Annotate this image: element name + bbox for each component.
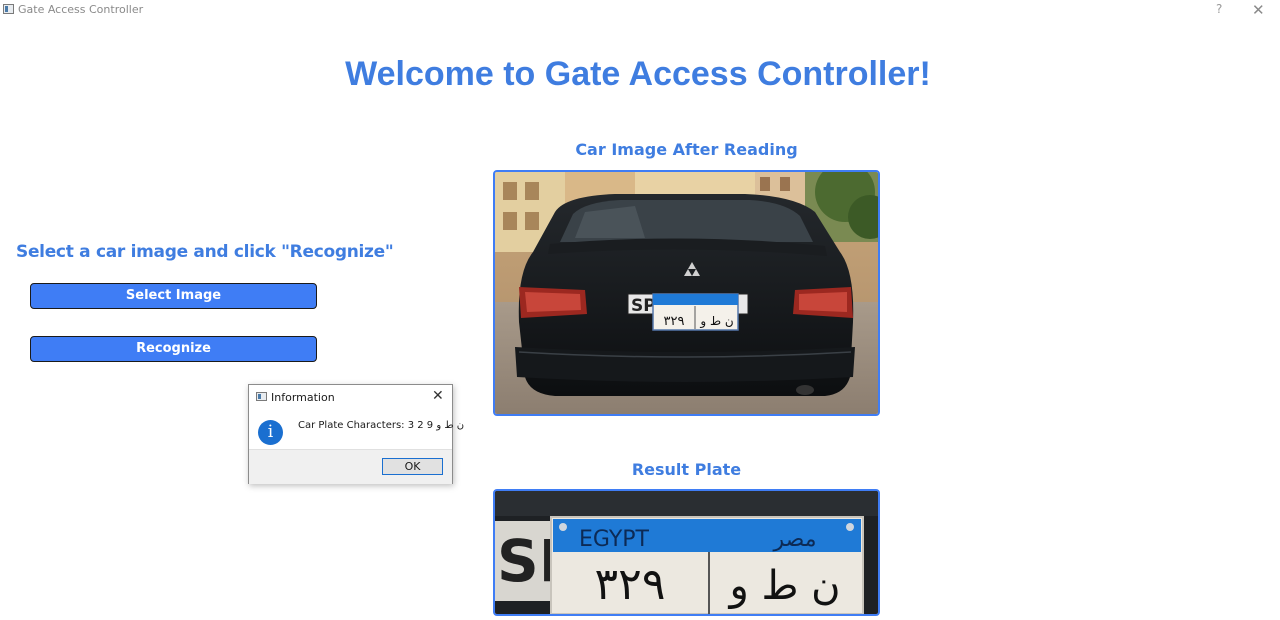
dialog-title: Information [271, 391, 335, 404]
result-plate-heading: Result Plate [631, 460, 742, 479]
instruction-label: Select a car image and click "Recognize" [16, 242, 394, 262]
result-plate-image: SP EGYPT مصر ٣٢٩ ن ط و [493, 489, 880, 616]
select-image-button[interactable]: Select Image [30, 283, 317, 309]
app-window-icon [3, 4, 14, 14]
car-image-heading: Car Image After Reading [575, 140, 798, 159]
info-icon: i [258, 420, 283, 445]
recognize-button[interactable]: Recognize [30, 336, 317, 362]
plate-photo: SP EGYPT مصر ٣٢٩ ن ط و [495, 491, 878, 614]
car-image: SP ٣٢٩ ن ط و [493, 170, 880, 416]
dialog-message: Car Plate Characters: 3 2 9 ن ط و [298, 420, 465, 431]
dialog-footer: OK [249, 449, 452, 484]
help-button[interactable]: ? [1216, 2, 1222, 16]
plate-country-english: EGYPT [579, 527, 650, 552]
dialog-close-button[interactable]: ✕ [432, 388, 444, 404]
car-plate-letters: ن ط و [699, 314, 733, 329]
car-plate-overlay-text: SP [631, 296, 656, 316]
ok-button[interactable]: OK [382, 458, 443, 475]
information-dialog: Information ✕ i Car Plate Characters: 3 … [248, 384, 464, 484]
dialog-window-icon [256, 392, 267, 401]
car-photo: SP ٣٢٩ ن ط و [495, 172, 878, 414]
car-plate-digits: ٣٢٩ [664, 314, 685, 329]
title-bar: Gate Access Controller ? ✕ [0, 0, 1280, 20]
main-window: Gate Access Controller ? ✕ Welcome to Ga… [0, 0, 1280, 620]
welcome-heading: Welcome to Gate Access Controller! [345, 55, 931, 93]
window-title: Gate Access Controller [18, 3, 144, 16]
close-window-button[interactable]: ✕ [1252, 1, 1265, 19]
plate-letters: ن ط و [727, 563, 840, 609]
plate-country-arabic: مصر [772, 527, 816, 552]
plate-digits: ٣٢٩ [595, 559, 666, 610]
